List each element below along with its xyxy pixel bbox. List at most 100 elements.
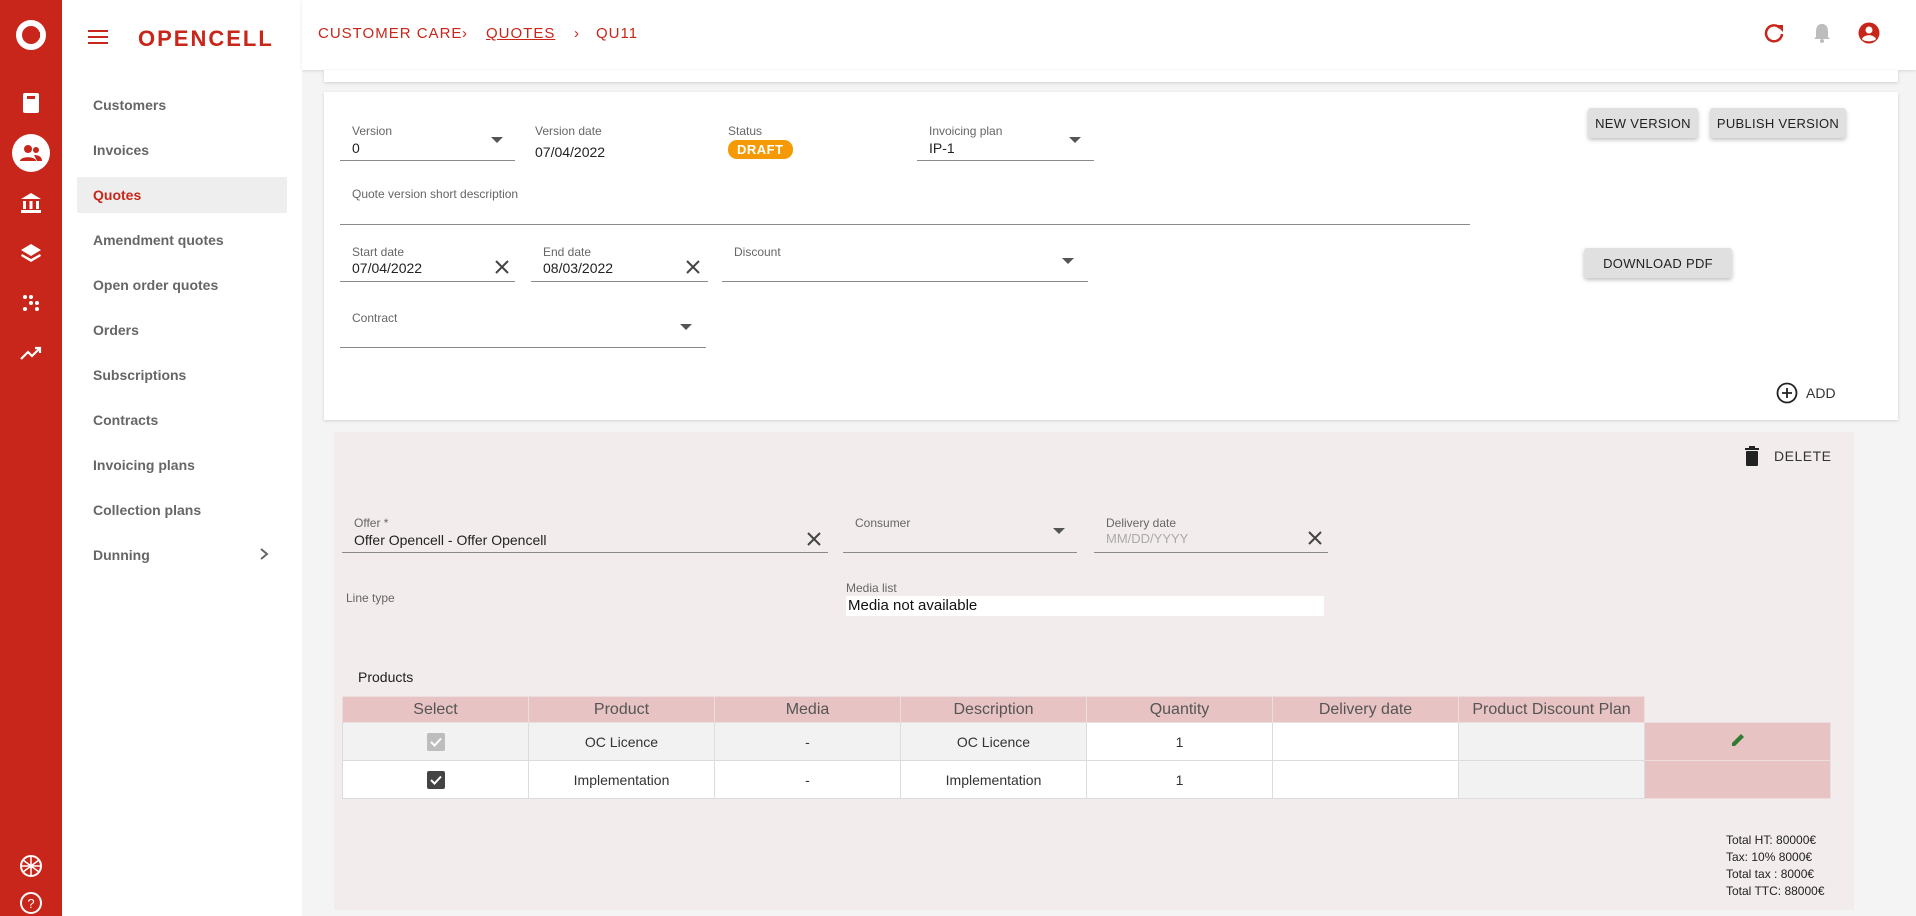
add-circle-icon xyxy=(1776,382,1798,404)
refresh-icon[interactable] xyxy=(1763,22,1785,44)
actions-cell xyxy=(1644,722,1831,761)
consumer-select[interactable] xyxy=(843,552,1077,553)
sidebar-item-contracts[interactable]: Contracts xyxy=(77,402,287,438)
start-date-input[interactable]: 07/04/2022 xyxy=(352,260,422,276)
sidebar-item-customers[interactable]: Customers xyxy=(77,87,287,123)
quote-line-card xyxy=(334,432,1854,910)
status-badge: DRAFT xyxy=(728,140,793,159)
layers-icon[interactable] xyxy=(16,238,46,268)
chevron-down-icon[interactable] xyxy=(1062,258,1074,264)
sidebar-item-invoicing-plans[interactable]: Invoicing plans xyxy=(77,447,287,483)
trending-up-icon[interactable] xyxy=(16,338,46,368)
help-icon[interactable]: ? xyxy=(16,888,46,916)
opencell-logo-icon[interactable] xyxy=(14,18,48,52)
edit-pencil-icon[interactable] xyxy=(1729,731,1747,749)
version-date-label: Version date xyxy=(535,124,602,138)
check-icon xyxy=(429,737,442,747)
chevron-down-icon[interactable] xyxy=(1053,528,1065,534)
invoicing-plan-underline xyxy=(917,160,1094,161)
sidebar-item-quotes[interactable]: Quotes xyxy=(77,177,287,213)
bank-icon[interactable] xyxy=(16,188,46,218)
end-date-input[interactable]: 08/03/2022 xyxy=(543,260,613,276)
account-icon[interactable] xyxy=(1858,22,1880,44)
consumer-label: Consumer xyxy=(855,516,911,530)
column-header-actions xyxy=(1645,697,1831,723)
publish-version-button[interactable]: PUBLISH VERSION xyxy=(1710,108,1846,138)
quantity-cell[interactable]: 1 xyxy=(1086,760,1273,799)
bell-icon[interactable] xyxy=(1811,22,1833,44)
status-label: Status xyxy=(728,124,763,138)
discount-select[interactable] xyxy=(722,281,1088,282)
chevron-down-icon[interactable] xyxy=(491,137,503,143)
download-pdf-button[interactable]: DOWNLOAD PDF xyxy=(1584,248,1732,278)
offer-input[interactable]: Offer Opencell - Offer Opencell xyxy=(354,532,546,548)
contract-select[interactable] xyxy=(340,347,706,348)
discount-label: Discount xyxy=(734,245,781,259)
sidebar-item-subscriptions[interactable]: Subscriptions xyxy=(77,357,287,393)
check-icon xyxy=(429,775,442,785)
breadcrumb-quotes[interactable]: QUOTES xyxy=(486,25,555,42)
short-description-label: Quote version short description xyxy=(352,187,519,201)
discount-plan-cell xyxy=(1458,760,1645,799)
chevron-down-icon[interactable] xyxy=(680,324,692,330)
sidebar-item-amendment-quotes[interactable]: Amendment quotes xyxy=(77,222,287,258)
table-header-row: Select Product Media Description Quantit… xyxy=(342,696,1831,723)
sidebar-item-orders[interactable]: Orders xyxy=(77,312,287,348)
clear-icon[interactable] xyxy=(493,258,511,276)
delivery-date-cell[interactable] xyxy=(1272,760,1459,799)
column-header-select: Select xyxy=(342,696,529,723)
table-row: Implementation - Implementation 1 xyxy=(342,760,1831,799)
clear-icon[interactable] xyxy=(684,258,702,276)
version-label: Version xyxy=(352,124,393,138)
delivery-date-underline xyxy=(1094,552,1328,553)
media-cell: - xyxy=(714,722,901,761)
quantity-cell[interactable]: 1 xyxy=(1086,722,1273,761)
invoicing-plan-select[interactable]: IP-1 xyxy=(929,140,955,156)
delete-button[interactable]: DELETE xyxy=(1744,446,1831,466)
product-cell: Implementation xyxy=(528,760,715,799)
scatter-icon[interactable] xyxy=(16,288,46,318)
delivery-date-input[interactable]: MM/DD/YYYY xyxy=(1106,531,1188,546)
chevron-right-icon xyxy=(260,548,269,560)
short-description-input[interactable] xyxy=(340,224,1470,225)
version-date-value: 07/04/2022 xyxy=(535,144,606,160)
invoicing-plan-label: Invoicing plan xyxy=(929,124,1003,138)
discount-plan-cell xyxy=(1458,722,1645,761)
media-list-value: Media not available xyxy=(846,596,1324,616)
row-checkbox[interactable] xyxy=(426,770,445,789)
select-cell xyxy=(342,722,529,761)
line-type-label: Line type xyxy=(346,591,395,605)
new-version-button[interactable]: NEW VERSION xyxy=(1588,108,1698,138)
delivery-date-label: Delivery date xyxy=(1106,516,1177,530)
clear-icon[interactable] xyxy=(805,530,823,548)
breadcrumb-customer-care[interactable]: CUSTOMER CARE xyxy=(318,25,462,42)
add-label: ADD xyxy=(1806,385,1836,401)
sidebar-item-open-order-quotes[interactable]: Open order quotes xyxy=(77,267,287,303)
sidebar-item-collection-plans[interactable]: Collection plans xyxy=(77,492,287,528)
sidebar-item-dunning[interactable]: Dunning xyxy=(77,537,287,573)
end-date-label: End date xyxy=(543,245,592,259)
menu-icon[interactable] xyxy=(88,30,108,46)
description-cell: Implementation xyxy=(900,760,1087,799)
clear-icon[interactable] xyxy=(1306,529,1324,547)
column-header-product: Product xyxy=(528,696,715,723)
column-header-delivery-date: Delivery date xyxy=(1272,696,1459,723)
total-ht: Total HT: 80000€ xyxy=(1726,833,1817,847)
column-header-quantity: Quantity xyxy=(1086,696,1273,723)
delivery-date-cell[interactable] xyxy=(1272,722,1459,761)
svg-text:?: ? xyxy=(27,896,34,911)
version-underline xyxy=(340,160,515,161)
app-rail: ? xyxy=(0,0,62,916)
version-select[interactable]: 0 xyxy=(352,140,360,156)
add-button[interactable]: ADD xyxy=(1776,382,1836,404)
language-flag-icon[interactable] xyxy=(16,851,46,881)
select-cell xyxy=(342,760,529,799)
book-icon[interactable] xyxy=(16,88,46,118)
totals-block: Total HT: 80000€ Tax: 10% 8000€ Total ta… xyxy=(1726,832,1825,900)
chevron-down-icon[interactable] xyxy=(1069,137,1081,143)
sidebar-item-invoices[interactable]: Invoices xyxy=(77,132,287,168)
customers-icon[interactable] xyxy=(12,134,50,172)
table-row: OC Licence - OC Licence 1 xyxy=(342,722,1831,761)
offer-underline xyxy=(342,552,828,553)
sidebar-item-label: Dunning xyxy=(93,547,150,563)
